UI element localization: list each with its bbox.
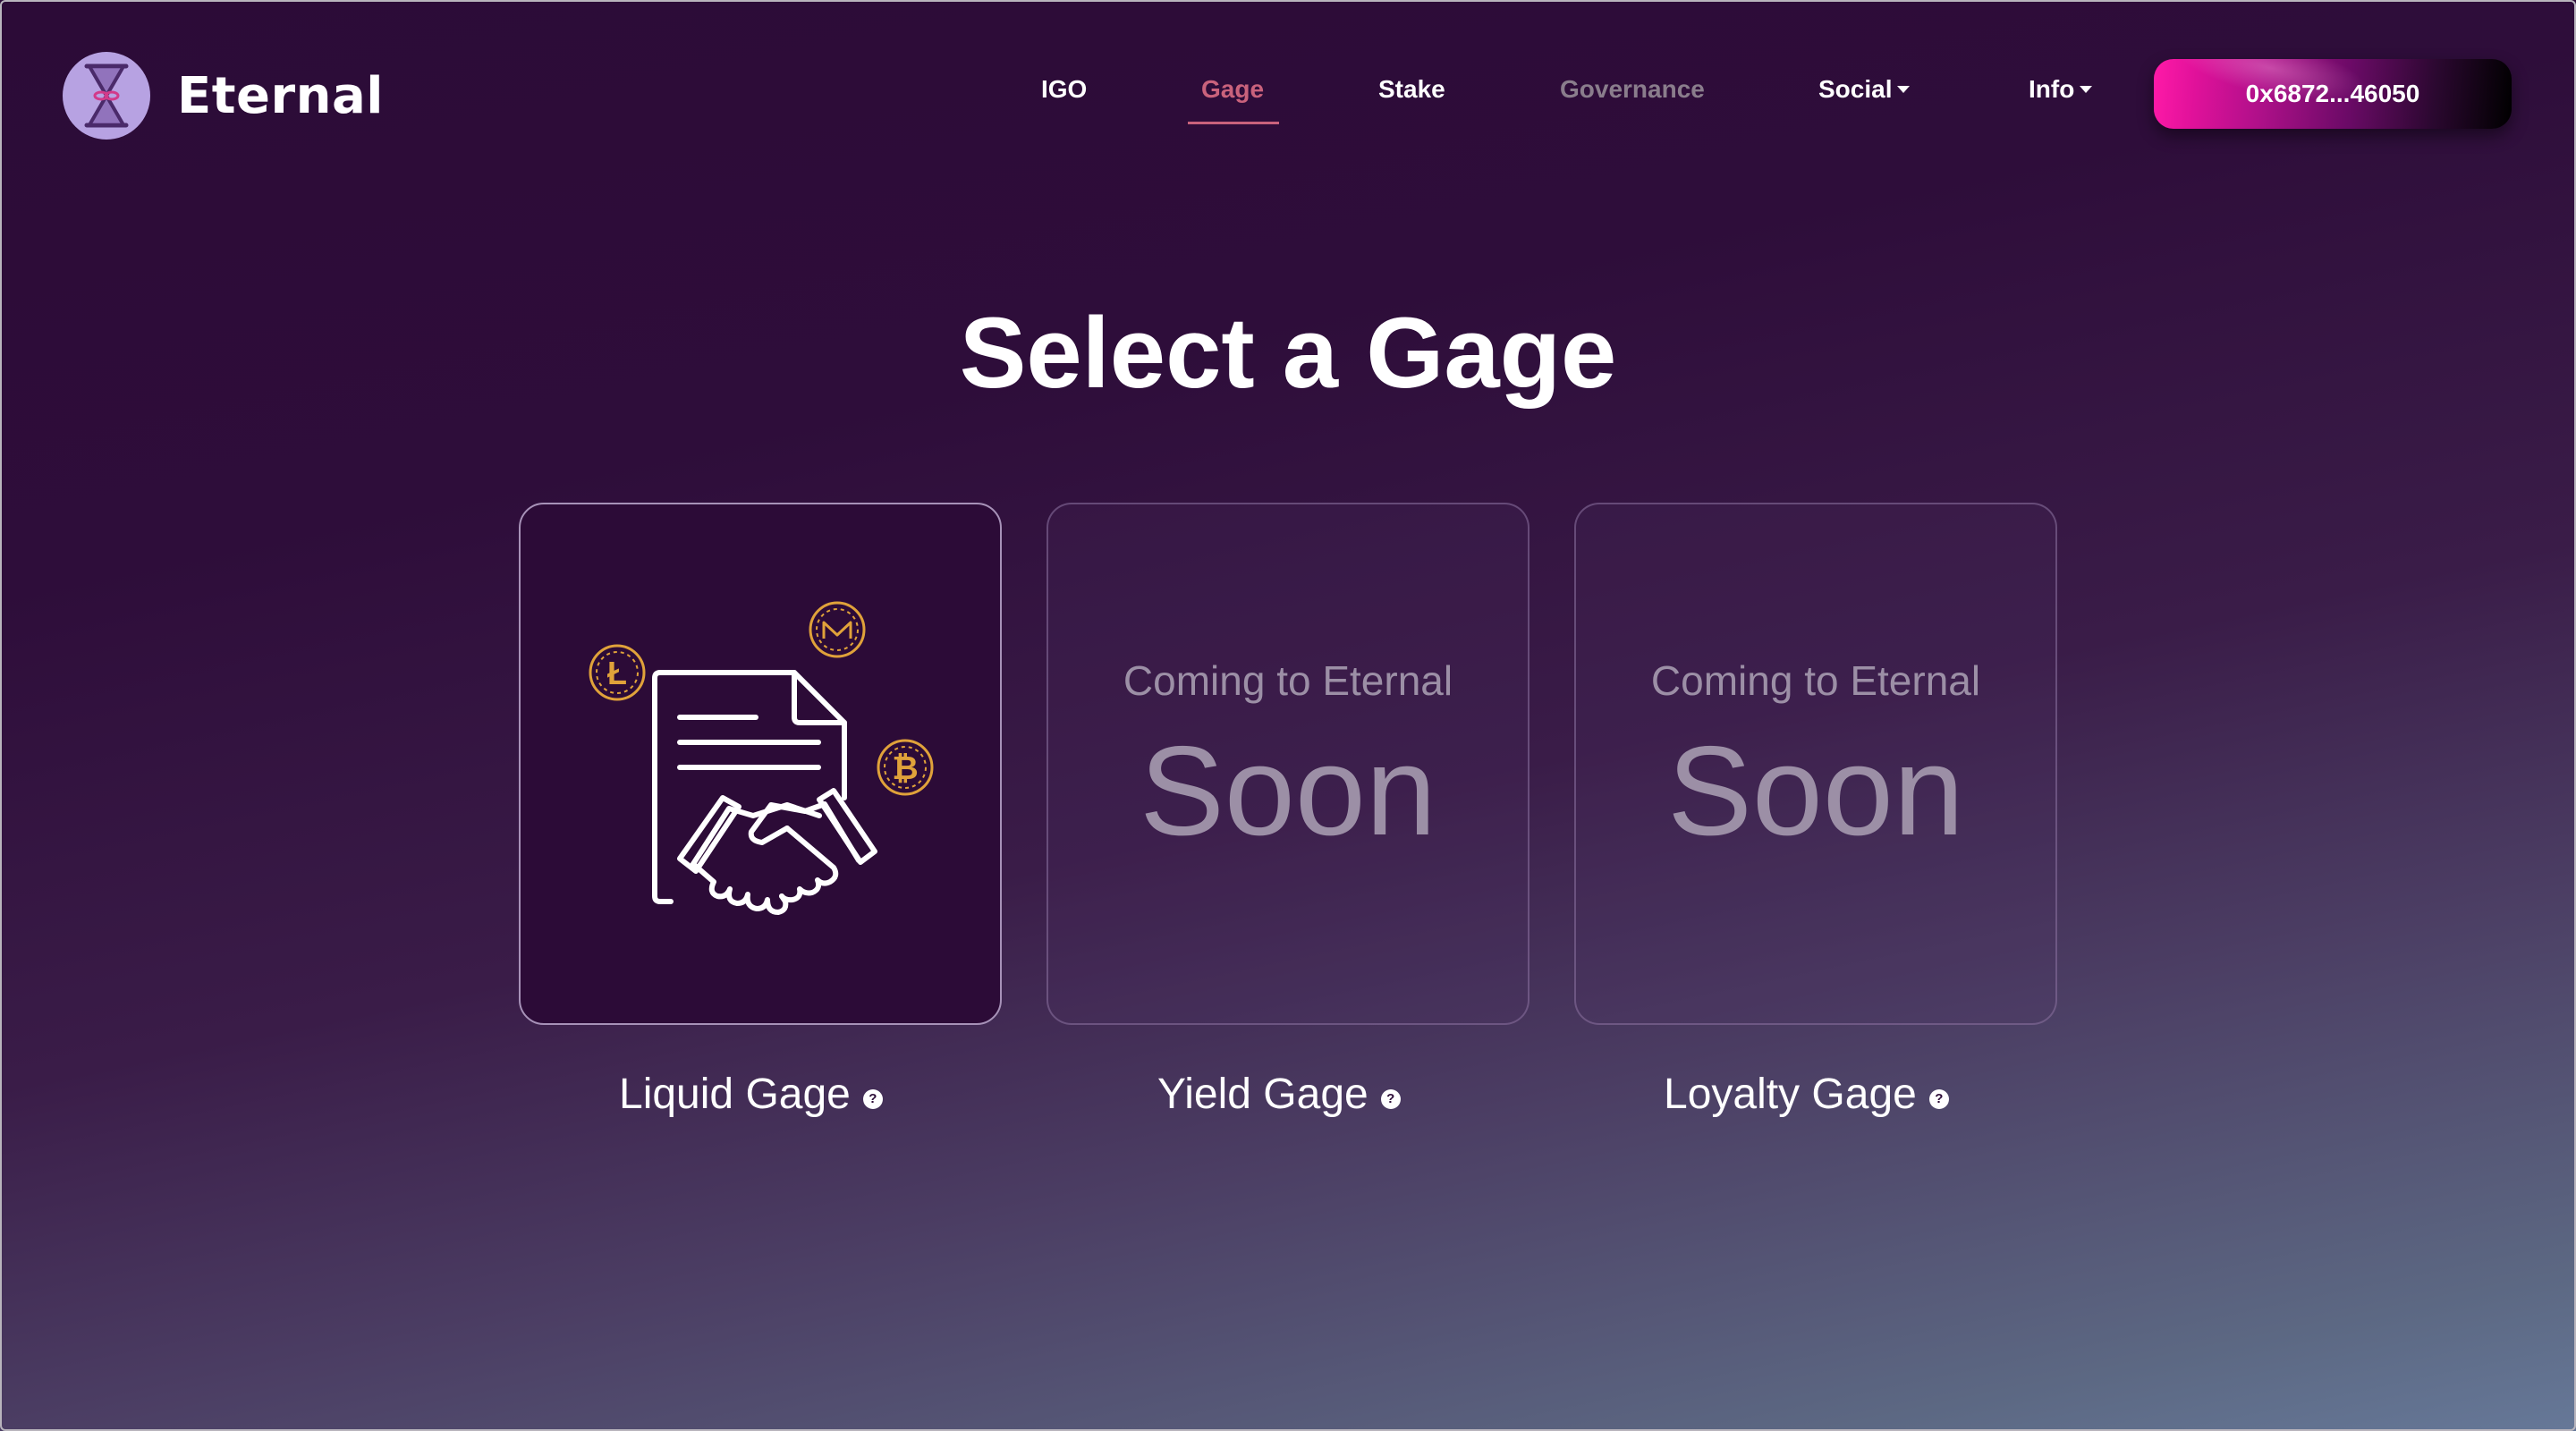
nav-governance[interactable]: Governance xyxy=(1560,75,1705,104)
brand-name: Eternal xyxy=(177,66,384,125)
chevron-down-icon xyxy=(1897,85,1911,93)
nav-active-indicator xyxy=(1188,122,1279,124)
coming-soon-headline: Soon xyxy=(1140,720,1436,862)
chevron-down-icon xyxy=(2080,85,2093,93)
loyalty-gage-card[interactable]: Coming to Eternal Soon xyxy=(1574,503,2057,1025)
nav-social-dropdown[interactable]: Social xyxy=(1818,75,1911,104)
wallet-address-button[interactable]: 0x6872...46050 xyxy=(2154,59,2512,129)
contract-handshake-icon xyxy=(652,670,877,915)
wallet-address-label: 0x6872...46050 xyxy=(2245,80,2420,107)
litecoin-icon: Ł xyxy=(589,644,646,701)
coming-soon-subtitle: Coming to Eternal xyxy=(1123,657,1453,704)
card-label-text: Loyalty Gage xyxy=(1664,1071,1917,1118)
loyalty-gage-label: Loyalty Gage ? xyxy=(1664,1070,1949,1119)
monero-icon xyxy=(809,601,866,658)
coming-soon-headline: Soon xyxy=(1667,720,1964,862)
bitcoin-icon: ₿ xyxy=(877,739,934,796)
nav-gage[interactable]: Gage xyxy=(1201,75,1264,104)
help-icon[interactable]: ? xyxy=(1380,1088,1401,1109)
nav-stake[interactable]: Stake xyxy=(1378,75,1445,104)
help-icon[interactable]: ? xyxy=(1928,1088,1949,1109)
brand-logo[interactable]: Eternal xyxy=(63,52,384,140)
card-label-text: Liquid Gage xyxy=(619,1071,851,1118)
liquid-gage-card[interactable]: Ł ₿ xyxy=(519,503,1002,1025)
hourglass-icon xyxy=(63,52,150,140)
svg-text:Ł: Ł xyxy=(607,655,627,691)
page-title: Select a Gage xyxy=(959,297,1617,409)
coming-soon-subtitle: Coming to Eternal xyxy=(1650,657,1981,704)
help-icon[interactable]: ? xyxy=(862,1088,883,1109)
yield-gage-label: Yield Gage ? xyxy=(1157,1070,1401,1119)
yield-gage-card[interactable]: Coming to Eternal Soon xyxy=(1046,503,1530,1025)
card-label-text: Yield Gage xyxy=(1157,1071,1368,1118)
nav-info-dropdown[interactable]: Info xyxy=(2029,75,2093,104)
svg-text:₿: ₿ xyxy=(892,749,918,786)
liquid-gage-label: Liquid Gage ? xyxy=(619,1070,883,1119)
nav-social-label: Social xyxy=(1818,75,1893,103)
nav-info-label: Info xyxy=(2029,75,2075,103)
nav-igo[interactable]: IGO xyxy=(1041,75,1087,104)
